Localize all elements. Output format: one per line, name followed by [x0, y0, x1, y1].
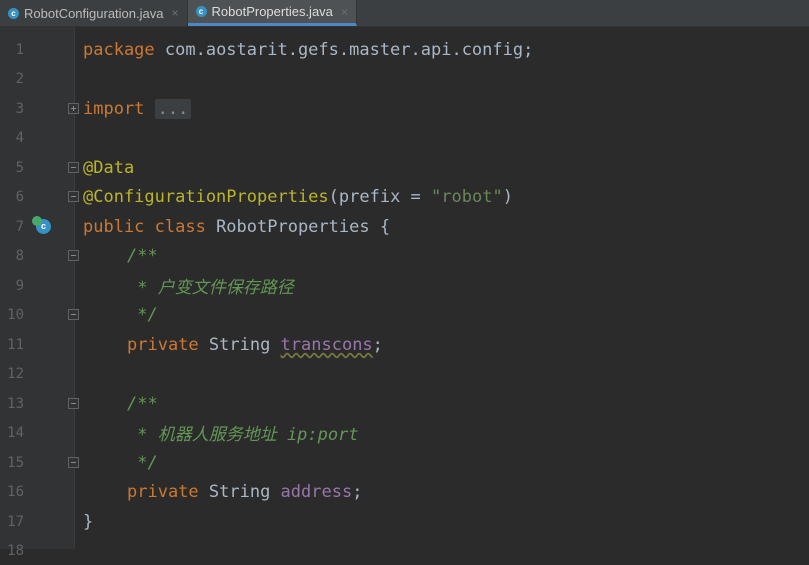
line-number: 18	[7, 542, 24, 559]
line-number: 16	[7, 483, 24, 500]
keyword: import	[83, 98, 145, 119]
folded-imports[interactable]: ...	[154, 98, 192, 119]
line-number: 3	[15, 100, 24, 117]
code-line-6[interactable]: @Data	[83, 158, 134, 178]
keyword: package	[83, 39, 155, 60]
close-icon[interactable]: ×	[341, 5, 348, 19]
code-line-14[interactable]: /**	[127, 394, 158, 414]
line-number: 7	[15, 218, 24, 235]
line-number: 1	[15, 41, 24, 58]
semicolon: ;	[372, 334, 383, 355]
annotation: @Data	[83, 157, 135, 178]
code-line-8[interactable]: public class RobotProperties {	[83, 217, 390, 237]
code-text: com.aostarit.gefs.master.api.config;	[154, 39, 534, 60]
tab-robot-properties[interactable]: c RobotProperties.java ×	[187, 0, 357, 26]
code-line-12[interactable]: private String transcons;	[127, 335, 383, 355]
comment: * 机器人服务地址 ip:port	[127, 425, 359, 445]
line-number: 2	[15, 70, 24, 87]
keyword: public class	[83, 216, 206, 237]
line-number: 5	[15, 159, 24, 176]
semicolon: ;	[352, 481, 363, 502]
spring-bean-class-icon[interactable]: c	[32, 216, 51, 234]
code-line-1[interactable]: package com.aostarit.gefs.master.api.con…	[83, 40, 533, 60]
param-name: prefix	[338, 186, 401, 207]
fold-collapse-icon[interactable]	[68, 457, 79, 468]
tab-label: RobotProperties.java	[211, 4, 333, 19]
fold-collapse-icon[interactable]	[68, 162, 79, 173]
code-line-7[interactable]: @ConfigurationProperties(prefix = "robot…	[83, 187, 513, 207]
closing-brace: }	[83, 511, 94, 532]
line-number: 17	[7, 513, 24, 530]
comment: /**	[127, 393, 158, 414]
line-number: 11	[7, 336, 24, 353]
comment: */	[127, 304, 158, 325]
comment: */	[127, 452, 158, 473]
editor-tab-bar: c RobotConfiguration.java × c RobotPrope…	[0, 0, 809, 27]
comment: * 户变文件保存路径	[127, 278, 294, 298]
line-number: 14	[7, 424, 24, 441]
type-name: String	[198, 334, 281, 355]
field-name: address	[280, 481, 353, 502]
field-name: transcons	[280, 334, 373, 355]
line-number: 13	[7, 395, 24, 412]
line-number: 10	[7, 306, 24, 323]
tab-robot-configuration[interactable]: c RobotConfiguration.java ×	[0, 0, 188, 26]
code-line-17[interactable]: private String address;	[127, 482, 362, 502]
line-number: 15	[7, 454, 24, 471]
fold-collapse-icon[interactable]	[68, 250, 79, 261]
annotation: @ConfigurationProperties	[83, 186, 329, 207]
fold-collapse-icon[interactable]	[68, 191, 79, 202]
comment: /**	[127, 245, 158, 266]
code-line-10[interactable]: * 户变文件保存路径	[127, 273, 294, 298]
fold-expand-icon[interactable]	[68, 103, 79, 114]
code-line-16[interactable]: */	[127, 452, 158, 473]
code-line-9[interactable]: /**	[127, 246, 158, 266]
class-icon: c	[195, 6, 207, 17]
string-literal: "robot"	[431, 186, 503, 207]
paren: (	[328, 186, 339, 207]
code-line-11[interactable]: */	[127, 304, 158, 325]
line-number: 4	[15, 129, 24, 146]
paren: )	[502, 186, 513, 207]
code-text: RobotProperties {	[205, 216, 391, 237]
line-number: 8	[15, 247, 24, 264]
fold-collapse-icon[interactable]	[68, 398, 79, 409]
code-line-18[interactable]: }	[83, 512, 93, 532]
code-line-15[interactable]: * 机器人服务地址 ip:port	[127, 420, 359, 445]
keyword: private	[127, 481, 199, 502]
tab-label: RobotConfiguration.java	[24, 5, 164, 21]
keyword: private	[127, 334, 199, 355]
type-name: String	[198, 481, 281, 502]
line-number: 12	[7, 365, 24, 382]
class-icon-glyph: c	[40, 221, 46, 231]
operator: =	[400, 186, 432, 207]
line-number: 9	[15, 277, 24, 294]
fold-collapse-icon[interactable]	[68, 309, 79, 320]
close-icon[interactable]: ×	[171, 6, 178, 20]
class-icon: c	[8, 7, 19, 19]
code-line-3[interactable]: import ...	[83, 98, 192, 119]
line-number: 6	[15, 188, 24, 205]
